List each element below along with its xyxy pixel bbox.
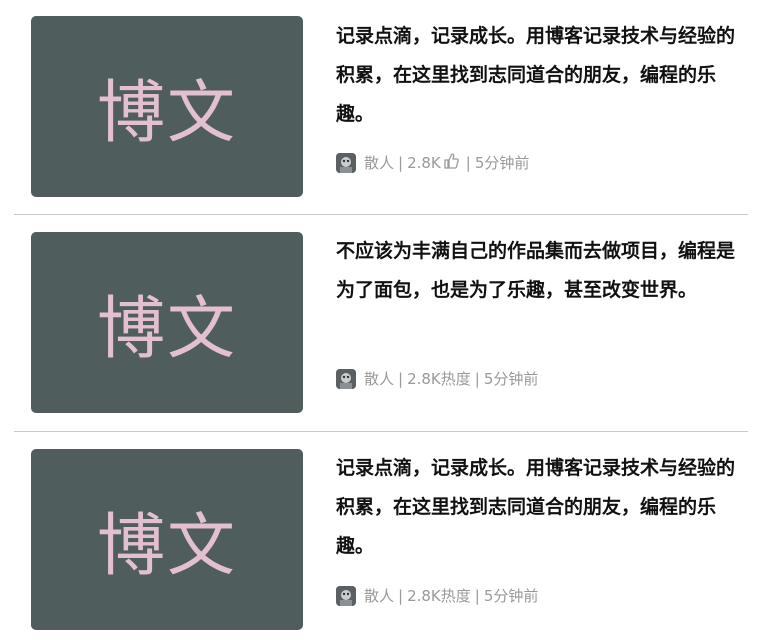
article-title[interactable]: 不应该为丰满自己的作品集而去做项目，编程是为了面包，也是为了乐趣，甚至改变世界。 [336,232,736,310]
author-name[interactable]: 散人 [364,152,394,173]
author-name[interactable]: 散人 [364,585,394,606]
article-thumbnail[interactable]: 博文 [31,16,303,197]
avatar[interactable] [336,152,356,173]
separator: | [474,369,480,388]
separator: | [474,586,480,605]
article-title[interactable]: 记录点滴，记录成长。用博客记录技术与经验的积累，在这里找到志同道合的朋友，编程的… [336,17,736,134]
heat-count: 2.8K热度 [407,587,471,605]
post-time: 5分钟前 [483,370,539,388]
separator: | [465,153,471,172]
avatar[interactable] [336,585,356,606]
thumbs-up-icon[interactable] [443,152,459,173]
article-meta: 散人 | 2.8K热度 | 5分钟前 [336,368,538,389]
article-title[interactable]: 记录点滴，记录成长。用博客记录技术与经验的积累，在这里找到志同道合的朋友，编程的… [336,449,736,566]
article-thumbnail[interactable]: 博文 [31,232,303,413]
article-thumbnail[interactable]: 博文 [31,449,303,630]
article-item[interactable]: 博文 记录点滴，记录成长。用博客记录技术与经验的积累，在这里找到志同道合的朋友，… [14,432,748,644]
post-time: 5分钟前 [474,154,530,172]
thumbnail-text: 博文 [96,74,237,153]
article-meta: 散人 | 2.8K | 5分钟前 [336,152,529,173]
like-count: 2.8K [407,153,441,172]
avatar[interactable] [336,368,356,389]
thumbnail-text: 博文 [96,507,237,586]
article-list: 博文 记录点滴，记录成长。用博客记录技术与经验的积累，在这里找到志同道合的朋友，… [0,0,775,644]
article-meta: 散人 | 2.8K热度 | 5分钟前 [336,585,538,606]
separator: | [398,586,404,605]
post-time: 5分钟前 [483,587,539,605]
separator: | [398,369,404,388]
article-item[interactable]: 博文 不应该为丰满自己的作品集而去做项目，编程是为了面包，也是为了乐趣，甚至改变… [14,215,748,432]
thumbnail-text: 博文 [96,290,237,369]
article-item[interactable]: 博文 记录点滴，记录成长。用博客记录技术与经验的积累，在这里找到志同道合的朋友，… [14,0,748,215]
separator: | [398,153,404,172]
author-name[interactable]: 散人 [364,368,394,389]
heat-count: 2.8K热度 [407,370,471,388]
